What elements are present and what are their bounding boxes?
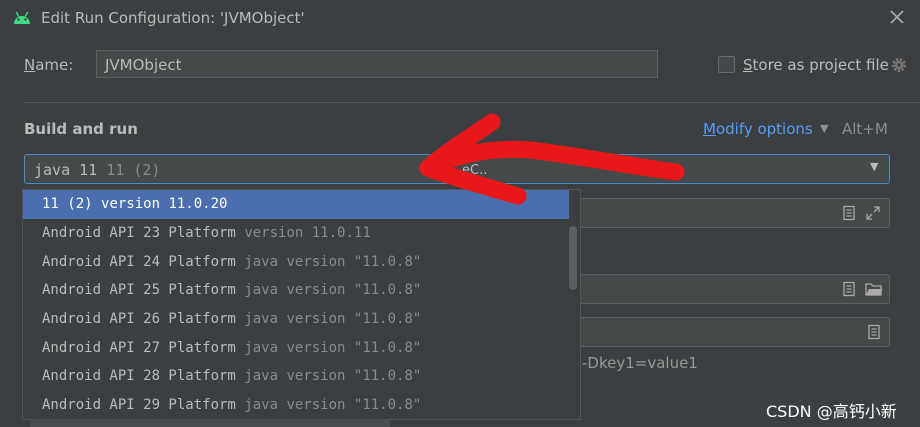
jdk-option-version: java version "11.0.8" xyxy=(244,397,422,413)
watermark: CSDN @高钙小新 xyxy=(766,402,897,421)
jdk-option[interactable]: Android API 29 Platform java version "11… xyxy=(23,391,569,420)
jdk-option[interactable]: Android API 24 Platform java version "11… xyxy=(23,248,569,277)
expand-icon[interactable] xyxy=(865,205,881,221)
background-panel-edge xyxy=(30,419,390,427)
name-label: Name: xyxy=(24,56,73,74)
jdk-option[interactable]: Android API 23 Platform version 11.0.11 xyxy=(23,219,569,248)
name-label-mnemonic: N xyxy=(24,56,36,74)
jdk-option-name: Android API 24 Platform xyxy=(42,254,236,270)
gear-icon[interactable] xyxy=(890,56,908,74)
window-title: Edit Run Configuration: 'JVMObject' xyxy=(41,9,305,27)
jdk-option-name: Android API 28 Platform xyxy=(42,368,236,384)
jdk-selected-value[interactable]: java 11 11 (2) xyxy=(34,161,160,179)
jdk-selected-main: java 11 xyxy=(34,161,98,179)
android-icon xyxy=(14,11,30,24)
jdk-option-version: java version "11.0.8" xyxy=(244,282,422,298)
jdk-option-name: Android API 26 Platform xyxy=(42,311,236,327)
jdk-option-name: Android API 29 Platform xyxy=(42,397,236,413)
jdk-dropdown-arrow-icon[interactable]: ▼ xyxy=(870,160,878,173)
jdk-option-name: Android API 25 Platform xyxy=(42,282,236,298)
dropdown-scrollbar[interactable] xyxy=(569,226,577,290)
folder-icon[interactable] xyxy=(865,281,883,297)
divider xyxy=(24,102,920,103)
jdk-option-version: java version "11.0.8" xyxy=(244,254,422,270)
store-as-project-file-label[interactable]: Store as project file xyxy=(743,56,889,74)
jdk-selected-version: 11 (2) xyxy=(106,161,161,179)
chevron-down-icon[interactable]: ▼ xyxy=(820,122,828,135)
jdk-option[interactable]: Android API 25 Platform java version "11… xyxy=(23,276,569,305)
jdk-option-version: java version "11.0.8" xyxy=(244,340,422,356)
jdk-option-name: Android API 23 Platform xyxy=(42,225,236,241)
document-icon[interactable] xyxy=(866,324,882,340)
jdk-option[interactable]: 11 (2) version 11.0.20 xyxy=(23,190,569,219)
main-class-partial-text: eC.. xyxy=(462,163,488,178)
document-icon[interactable] xyxy=(841,281,857,297)
env-vars-hint: -Dkey1=value1 xyxy=(582,354,698,372)
document-icon[interactable] xyxy=(841,205,857,221)
name-field[interactable]: JVMObject xyxy=(96,50,658,78)
jdk-option-version: java version "11.0.8" xyxy=(244,368,422,384)
jdk-option-name: 11 (2) xyxy=(42,196,93,212)
modify-options-mnemonic: M xyxy=(703,120,716,138)
store-label-rest: tore as project file xyxy=(752,56,889,74)
close-icon[interactable] xyxy=(888,8,906,26)
name-label-rest: ame: xyxy=(35,56,74,74)
jdk-option[interactable]: Android API 28 Platform java version "11… xyxy=(23,362,569,391)
store-label-mnemonic: S xyxy=(743,56,753,74)
modify-options-shortcut: Alt+M xyxy=(842,120,888,138)
jdk-option[interactable]: Android API 27 Platform java version "11… xyxy=(23,334,569,363)
modify-options-rest: odify options xyxy=(715,120,813,138)
store-as-project-file-checkbox[interactable] xyxy=(718,56,735,73)
modify-options-link[interactable]: Modify options xyxy=(703,120,813,138)
jdk-option-version: version 11.0.20 xyxy=(101,196,228,212)
jdk-option-version: version 11.0.11 xyxy=(244,225,371,241)
jdk-option-version: java version "11.0.8" xyxy=(244,311,422,327)
jdk-option-name: Android API 27 Platform xyxy=(42,340,236,356)
section-title-build-and-run: Build and run xyxy=(24,120,138,138)
jdk-option[interactable]: Android API 26 Platform java version "11… xyxy=(23,305,569,334)
